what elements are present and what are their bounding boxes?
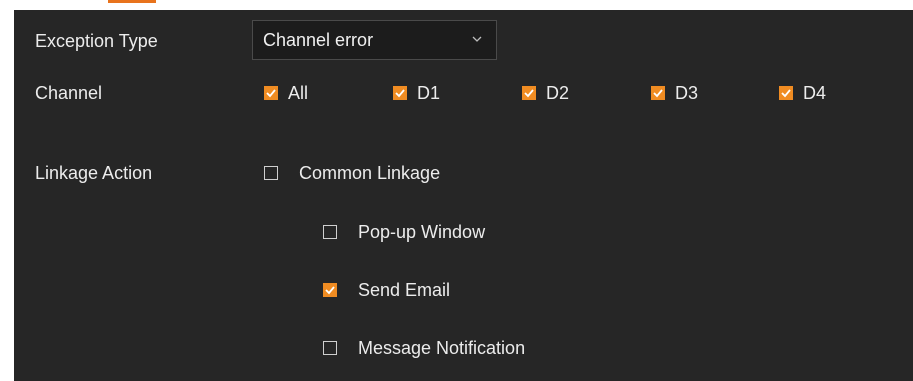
channel-label-d2: D2	[546, 83, 570, 103]
channel-label-d4: D4	[803, 83, 827, 103]
active-tab-indicator[interactable]	[108, 0, 156, 3]
message-notification-label: Message Notification	[358, 338, 526, 358]
chevron-down-icon	[472, 36, 482, 42]
channel-label: Channel	[35, 83, 103, 103]
checkbox-unchecked-icon	[264, 166, 278, 180]
checkbox-checked-icon	[323, 283, 337, 297]
checkbox-checked-icon	[779, 86, 793, 100]
checkbox-checked-icon	[522, 86, 536, 100]
channel-label-d3: D3	[675, 83, 699, 103]
send-email-label: Send Email	[358, 280, 451, 300]
channel-label-d1: D1	[417, 83, 441, 103]
exception-settings-panel	[14, 10, 913, 381]
checkbox-unchecked-icon	[323, 341, 337, 355]
linkage-action-label: Linkage Action	[35, 163, 153, 183]
popup-window-label: Pop-up Window	[358, 222, 486, 242]
checkbox-checked-icon	[651, 86, 665, 100]
exception-type-label: Exception Type	[35, 31, 158, 51]
checkbox-unchecked-icon	[323, 225, 337, 239]
exception-type-value: Channel error	[263, 30, 374, 50]
common-linkage-label: Common Linkage	[299, 163, 441, 183]
channel-label-all: All	[288, 83, 309, 103]
checkbox-checked-icon	[393, 86, 407, 100]
exception-type-select[interactable]: Channel error	[252, 20, 497, 60]
checkbox-checked-icon	[264, 86, 278, 100]
